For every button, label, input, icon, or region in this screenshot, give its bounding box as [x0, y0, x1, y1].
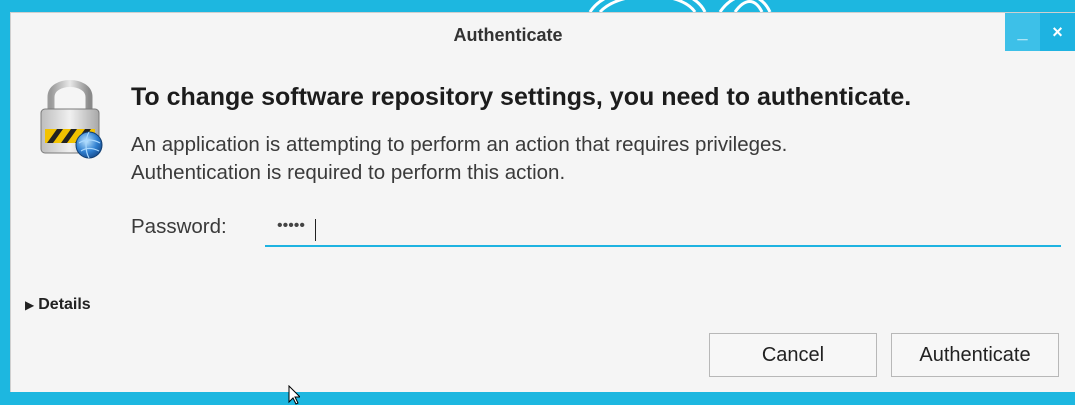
dialog-heading: To change software repository settings, … — [131, 83, 912, 111]
description-line-2: Authentication is required to perform th… — [131, 161, 566, 184]
details-label: Details — [38, 296, 91, 313]
triangle-right-icon: ▶ — [25, 298, 35, 312]
details-expander[interactable]: ▶ Details — [25, 296, 91, 314]
lock-icon — [40, 80, 103, 159]
close-button[interactable]: × — [1040, 13, 1075, 51]
minimize-button[interactable]: _ — [1005, 13, 1040, 51]
password-label: Password: — [131, 215, 227, 238]
password-field[interactable]: ••••• — [265, 213, 1061, 247]
password-value: ••••• — [277, 217, 306, 234]
title-bar[interactable]: Authenticate _ × — [11, 13, 1075, 57]
pointer-cursor-icon — [288, 385, 300, 405]
cancel-button[interactable]: Cancel — [709, 333, 877, 377]
text-caret — [315, 219, 316, 241]
dialog-title: Authenticate — [453, 25, 563, 45]
dialog-description: An application is attempting to perform … — [131, 131, 787, 187]
description-line-1: An application is attempting to perform … — [131, 133, 788, 156]
authenticate-button[interactable]: Authenticate — [891, 333, 1059, 377]
authenticate-dialog: Authenticate _ × To change software repo… — [10, 12, 1075, 405]
